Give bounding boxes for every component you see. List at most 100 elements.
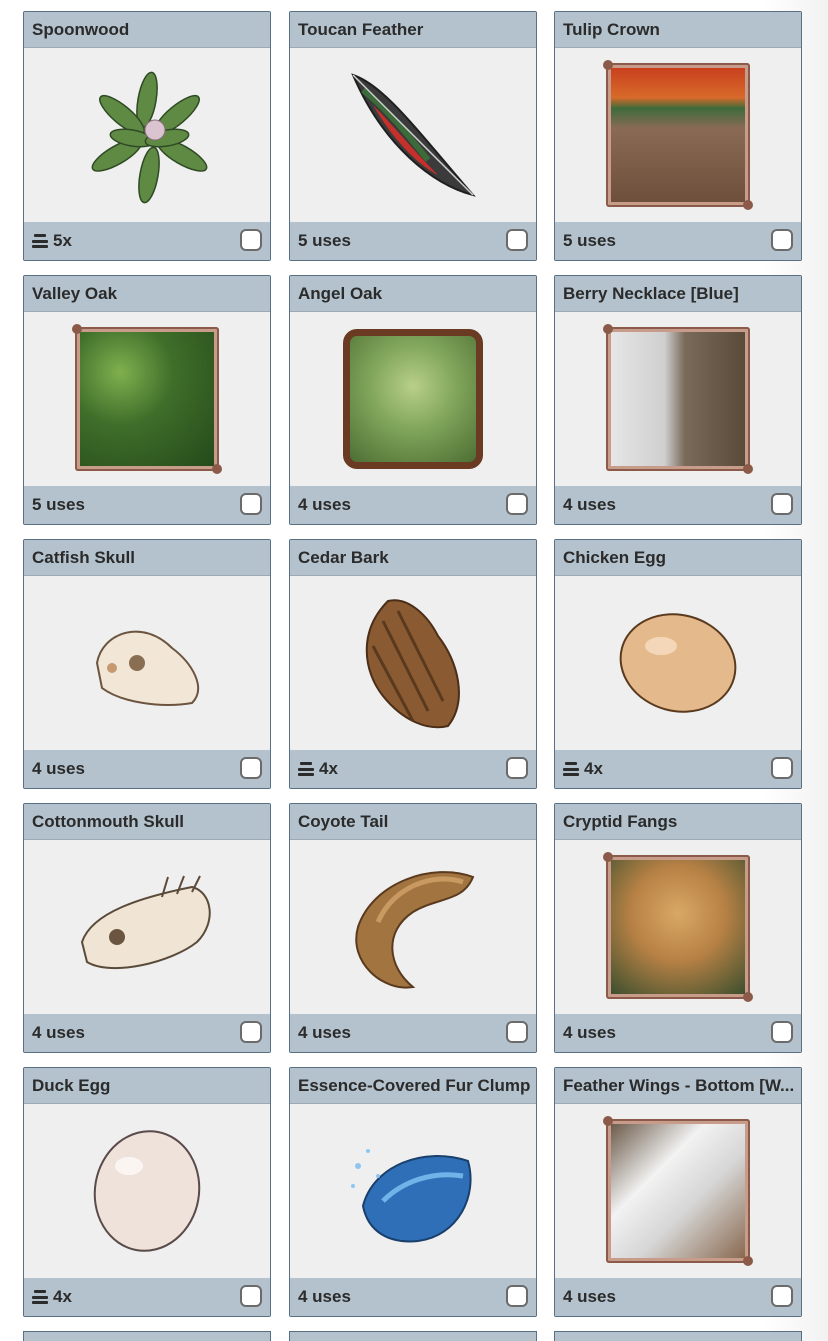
select-checkbox[interactable] xyxy=(771,757,793,779)
select-checkbox[interactable] xyxy=(240,229,262,251)
select-checkbox[interactable] xyxy=(771,1021,793,1043)
item-title: Cryptid Fangs xyxy=(555,804,801,840)
item-title: Chicken Egg xyxy=(555,540,801,576)
item-uses: 4 uses xyxy=(298,1287,351,1306)
item-footer: 5x xyxy=(24,222,270,260)
item-card-partial[interactable] xyxy=(554,1331,802,1341)
select-checkbox[interactable] xyxy=(506,493,528,515)
item-card-partial[interactable] xyxy=(23,1331,271,1341)
select-checkbox[interactable] xyxy=(506,229,528,251)
item-uses: 4 uses xyxy=(298,1023,351,1042)
item-card-angel-oak[interactable]: Angel Oak 4 uses xyxy=(289,275,537,525)
item-uses: 4 uses xyxy=(298,495,351,514)
item-footer: 4 uses xyxy=(555,1278,801,1316)
select-checkbox[interactable] xyxy=(240,493,262,515)
item-card-duck-egg[interactable]: Duck Egg 4x xyxy=(23,1067,271,1317)
chicken-egg-icon xyxy=(619,613,737,713)
select-checkbox[interactable] xyxy=(771,1285,793,1307)
tulip-crown-portrait-icon xyxy=(603,60,753,210)
item-image[interactable] xyxy=(290,312,536,486)
item-image[interactable] xyxy=(555,312,801,486)
item-footer: 5 uses xyxy=(290,222,536,260)
item-card-essence-fur-clump[interactable]: Essence-Covered Fur Clump 4 uses xyxy=(289,1067,537,1317)
stack-icon xyxy=(32,1290,48,1304)
item-title: Catfish Skull xyxy=(24,540,270,576)
item-card-cedar-bark[interactable]: Cedar Bark 4x xyxy=(289,539,537,789)
item-uses: 5 uses xyxy=(563,231,616,250)
item-image[interactable] xyxy=(290,48,536,222)
item-card-partial[interactable] xyxy=(289,1331,537,1341)
item-title: Angel Oak xyxy=(290,276,536,312)
item-footer: 4 uses xyxy=(290,1014,536,1052)
item-title: Tulip Crown xyxy=(555,12,801,48)
item-title: Duck Egg xyxy=(24,1068,270,1104)
item-title: Cedar Bark xyxy=(290,540,536,576)
feather-wings-portrait-icon xyxy=(603,1116,753,1266)
item-title: Berry Necklace [Blue] xyxy=(555,276,801,312)
select-checkbox[interactable] xyxy=(240,1021,262,1043)
item-quantity: 4x xyxy=(584,759,603,778)
item-footer: 5 uses xyxy=(24,486,270,524)
item-card-berry-necklace[interactable]: Berry Necklace [Blue] 4 uses xyxy=(554,275,802,525)
select-checkbox[interactable] xyxy=(506,1285,528,1307)
item-footer: 4 uses xyxy=(24,1014,270,1052)
item-image[interactable] xyxy=(24,312,270,486)
item-footer: 4 uses xyxy=(290,486,536,524)
cedar-bark-icon xyxy=(365,598,460,728)
item-image[interactable] xyxy=(24,576,270,750)
item-uses: 4 uses xyxy=(563,1023,616,1042)
item-card-cottonmouth-skull[interactable]: Cottonmouth Skull 4 uses xyxy=(23,803,271,1053)
item-title: Essence-Covered Fur Clump xyxy=(290,1068,536,1104)
item-image[interactable] xyxy=(555,576,801,750)
item-image[interactable] xyxy=(24,48,270,222)
item-quantity: 4x xyxy=(53,1287,72,1306)
select-checkbox[interactable] xyxy=(506,1021,528,1043)
select-checkbox[interactable] xyxy=(771,229,793,251)
item-title: Coyote Tail xyxy=(290,804,536,840)
item-uses: 5 uses xyxy=(298,231,351,250)
item-image[interactable] xyxy=(24,1104,270,1278)
select-checkbox[interactable] xyxy=(240,1285,262,1307)
item-card-coyote-tail[interactable]: Coyote Tail 4 uses xyxy=(289,803,537,1053)
angel-oak-frame-icon xyxy=(343,329,483,469)
item-footer: 4x xyxy=(24,1278,270,1316)
catfish-skull-icon xyxy=(95,630,199,706)
snake-skull-icon xyxy=(80,875,211,970)
stack-icon xyxy=(563,762,579,776)
item-quantity: 4x xyxy=(319,759,338,778)
item-card-toucan-feather[interactable]: Toucan Feather 5 uses xyxy=(289,11,537,261)
item-quantity: 5x xyxy=(53,231,72,250)
item-image[interactable] xyxy=(290,1104,536,1278)
item-card-valley-oak[interactable]: Valley Oak 5 uses xyxy=(23,275,271,525)
item-title: Spoonwood xyxy=(24,12,270,48)
item-card-chicken-egg[interactable]: Chicken Egg 4x xyxy=(554,539,802,789)
item-title: Toucan Feather xyxy=(290,12,536,48)
item-footer: 4x xyxy=(555,750,801,788)
item-card-tulip-crown[interactable]: Tulip Crown 5 uses xyxy=(554,11,802,261)
item-footer: 5 uses xyxy=(555,222,801,260)
select-checkbox[interactable] xyxy=(240,757,262,779)
stack-icon xyxy=(32,234,48,248)
item-image[interactable] xyxy=(290,576,536,750)
item-image[interactable] xyxy=(555,48,801,222)
item-image[interactable] xyxy=(290,840,536,1014)
cryptid-fangs-portrait-icon xyxy=(603,852,753,1002)
item-image[interactable] xyxy=(555,1104,801,1278)
select-checkbox[interactable] xyxy=(506,757,528,779)
item-uses: 4 uses xyxy=(563,1287,616,1306)
item-uses: 4 uses xyxy=(563,495,616,514)
item-card-cryptid-fangs[interactable]: Cryptid Fangs 4 uses xyxy=(554,803,802,1053)
berry-necklace-portrait-icon xyxy=(603,324,753,474)
item-footer: 4x xyxy=(290,750,536,788)
item-card-spoonwood[interactable]: Spoonwood 5x xyxy=(23,11,271,261)
select-checkbox[interactable] xyxy=(771,493,793,515)
item-card-feather-wings[interactable]: Feather Wings - Bottom [W... 4 uses xyxy=(554,1067,802,1317)
item-uses: 4 uses xyxy=(32,1023,85,1042)
blue-fur-clump-icon xyxy=(351,1149,472,1243)
item-card-catfish-skull[interactable]: Catfish Skull 4 uses xyxy=(23,539,271,789)
item-image[interactable] xyxy=(24,840,270,1014)
coyote-tail-icon xyxy=(355,871,475,989)
item-image[interactable] xyxy=(555,840,801,1014)
item-title: Cottonmouth Skull xyxy=(24,804,270,840)
duck-egg-icon xyxy=(93,1130,201,1252)
